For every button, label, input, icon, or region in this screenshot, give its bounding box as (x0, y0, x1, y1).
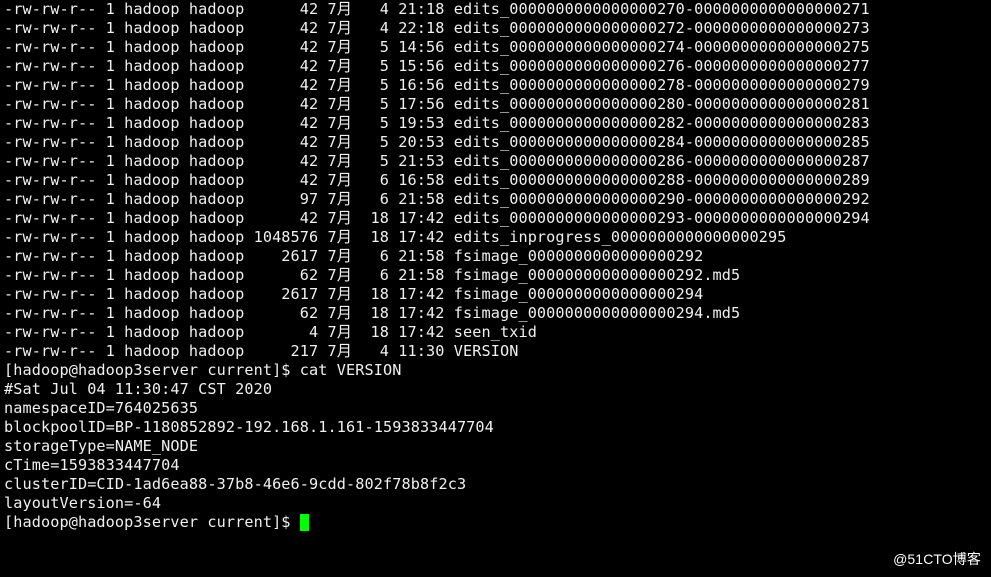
file-row: -rw-rw-r-- 1 hadoop hadoop 97 7月 6 21:58… (4, 190, 987, 209)
file-row: -rw-rw-r-- 1 hadoop hadoop 1048576 7月 18… (4, 228, 987, 247)
file-row: -rw-rw-r-- 1 hadoop hadoop 42 7月 5 20:53… (4, 133, 987, 152)
file-row: -rw-rw-r-- 1 hadoop hadoop 217 7月 4 11:3… (4, 342, 987, 361)
output-line: storageType=NAME_NODE (4, 437, 987, 456)
file-row: -rw-rw-r-- 1 hadoop hadoop 42 7月 4 21:18… (4, 0, 987, 19)
file-row: -rw-rw-r-- 1 hadoop hadoop 42 7月 5 17:56… (4, 95, 987, 114)
file-row: -rw-rw-r-- 1 hadoop hadoop 42 7月 5 21:53… (4, 152, 987, 171)
output-line: blockpoolID=BP-1180852892-192.168.1.161-… (4, 418, 987, 437)
file-row: -rw-rw-r-- 1 hadoop hadoop 42 7月 4 22:18… (4, 19, 987, 38)
cursor-icon[interactable] (300, 514, 309, 531)
file-row: -rw-rw-r-- 1 hadoop hadoop 42 7月 5 14:56… (4, 38, 987, 57)
prompt-line: [hadoop@hadoop3server current]$ cat VERS… (4, 361, 987, 380)
file-row: -rw-rw-r-- 1 hadoop hadoop 42 7月 5 16:56… (4, 76, 987, 95)
command-input[interactable]: cat VERSION (300, 361, 402, 379)
file-row: -rw-rw-r-- 1 hadoop hadoop 62 7月 6 21:58… (4, 266, 987, 285)
prompt-line[interactable]: [hadoop@hadoop3server current]$ (4, 513, 987, 532)
file-row: -rw-rw-r-- 1 hadoop hadoop 42 7月 5 15:56… (4, 57, 987, 76)
file-row: -rw-rw-r-- 1 hadoop hadoop 2617 7月 6 21:… (4, 247, 987, 266)
terminal[interactable]: -rw-rw-r-- 1 hadoop hadoop 42 7月 4 21:18… (0, 0, 991, 536)
file-row: -rw-rw-r-- 1 hadoop hadoop 42 7月 6 16:58… (4, 171, 987, 190)
shell-prompt: [hadoop@hadoop3server current]$ (4, 361, 300, 379)
shell-prompt: [hadoop@hadoop3server current]$ (4, 513, 300, 531)
output-line: clusterID=CID-1ad6ea88-37b8-46e6-9cdd-80… (4, 475, 987, 494)
file-row: -rw-rw-r-- 1 hadoop hadoop 2617 7月 18 17… (4, 285, 987, 304)
output-line: layoutVersion=-64 (4, 494, 987, 513)
output-line: #Sat Jul 04 11:30:47 CST 2020 (4, 380, 987, 399)
output-line: namespaceID=764025635 (4, 399, 987, 418)
watermark: @51CTO博客 (893, 550, 981, 569)
file-row: -rw-rw-r-- 1 hadoop hadoop 4 7月 18 17:42… (4, 323, 987, 342)
output-line: cTime=1593833447704 (4, 456, 987, 475)
file-row: -rw-rw-r-- 1 hadoop hadoop 62 7月 18 17:4… (4, 304, 987, 323)
file-row: -rw-rw-r-- 1 hadoop hadoop 42 7月 18 17:4… (4, 209, 987, 228)
file-row: -rw-rw-r-- 1 hadoop hadoop 42 7月 5 19:53… (4, 114, 987, 133)
